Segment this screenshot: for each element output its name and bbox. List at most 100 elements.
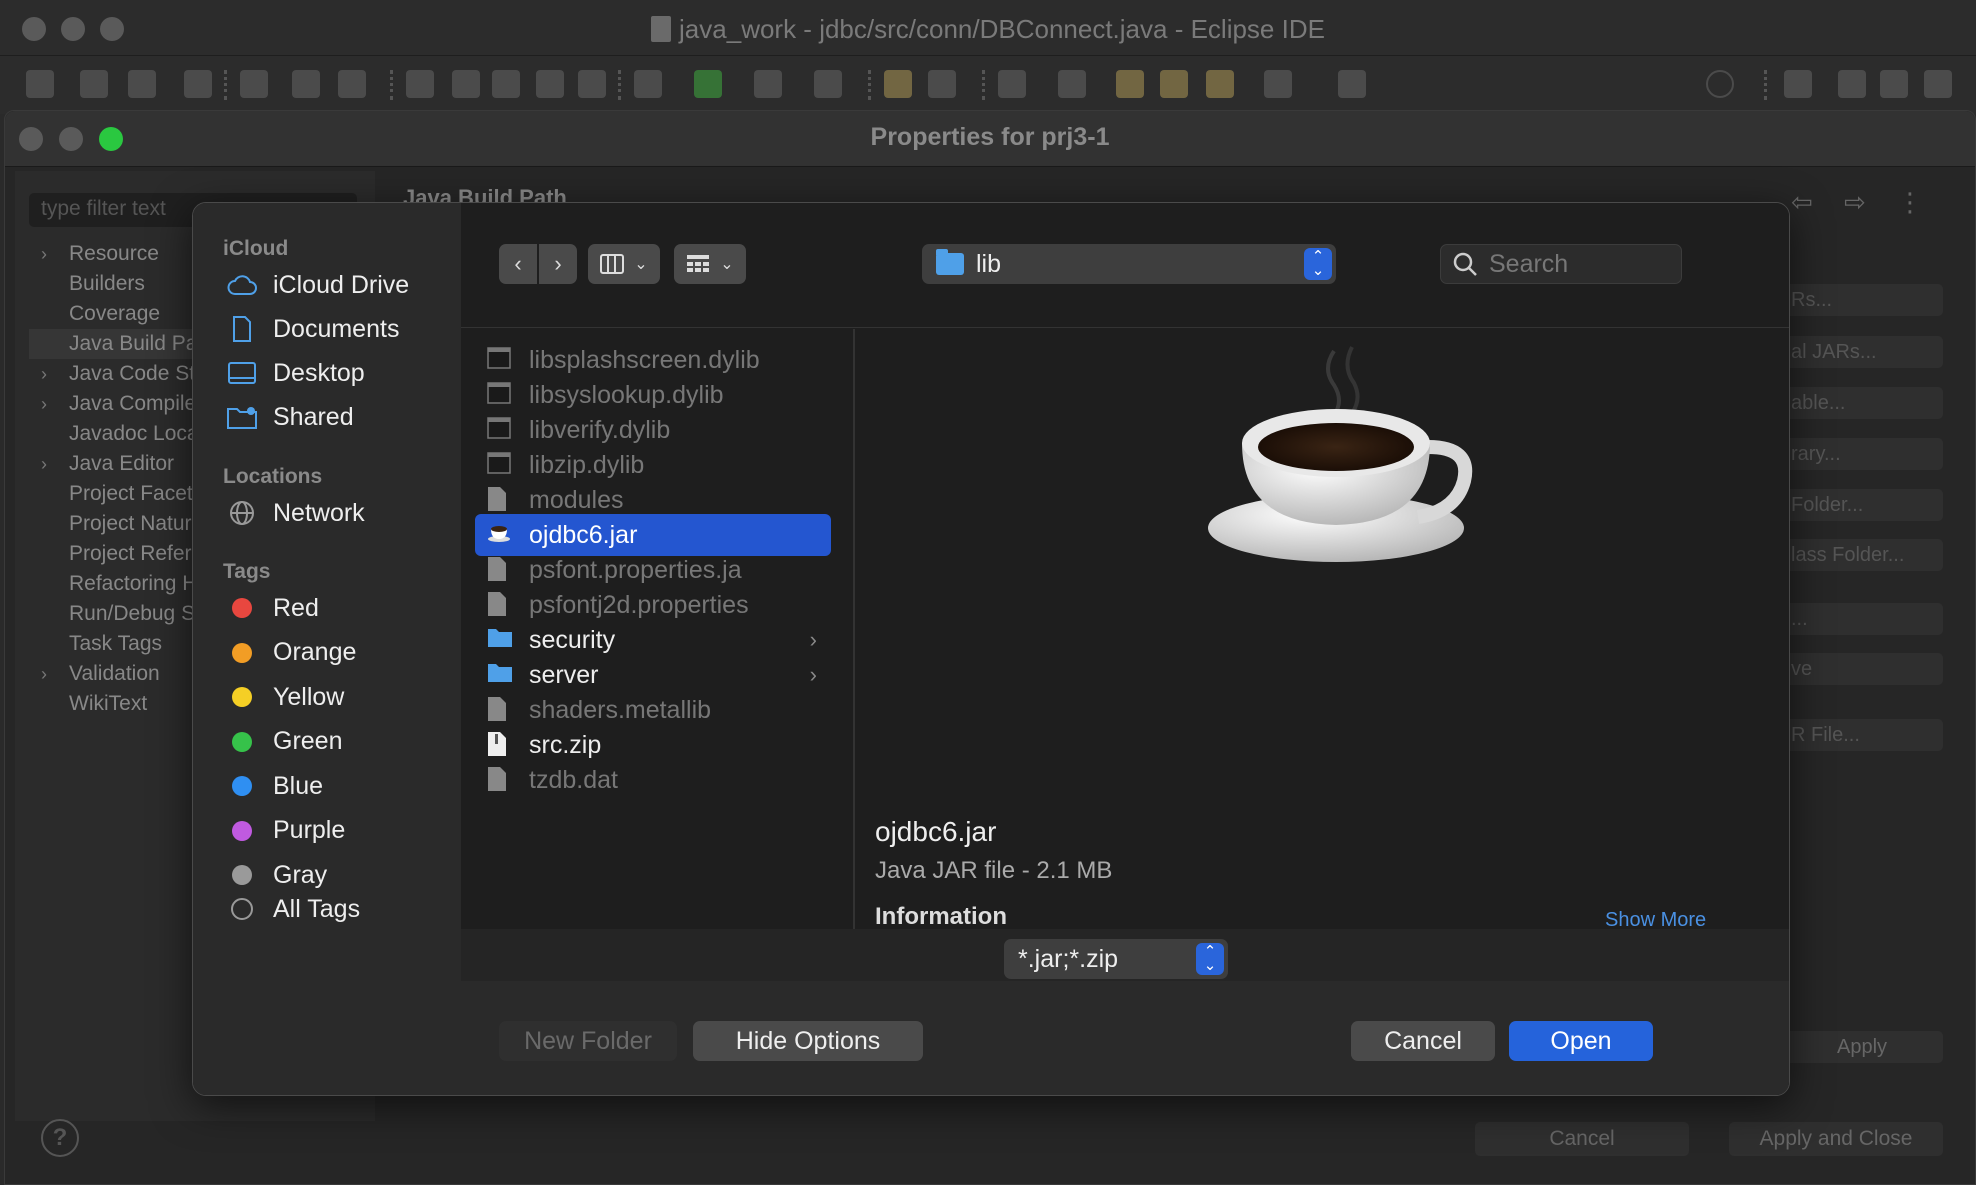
search-icon[interactable]: [1706, 70, 1734, 98]
chevron-right-icon[interactable]: ›: [41, 359, 47, 389]
build-path-button[interactable]: ve: [1781, 653, 1943, 685]
sidebar-item-tag[interactable]: Purple: [227, 811, 457, 851]
format-icon[interactable]: [492, 70, 520, 98]
open-type-icon[interactable]: [884, 70, 912, 98]
panel-main: ‹ › ⌄ ⌄ lib ⌃ ⌄ Search libsplashscreen.dy…: [461, 203, 1789, 1095]
build-path-button[interactable]: al JARs...: [1781, 336, 1943, 368]
tree-item[interactable]: Run/Debug S: [29, 599, 199, 629]
new-package-icon[interactable]: [292, 70, 320, 98]
search-field[interactable]: Search: [1440, 244, 1682, 284]
tree-item[interactable]: › Java Editor: [29, 449, 199, 479]
apply-button[interactable]: Apply: [1781, 1031, 1943, 1063]
skip-breakpoints-icon[interactable]: [240, 70, 268, 98]
build-path-button[interactable]: Folder...: [1781, 489, 1943, 521]
dialog-cancel-button[interactable]: Cancel: [1475, 1122, 1689, 1156]
sidebar-item-tag[interactable]: Yellow: [227, 677, 457, 717]
pen-icon[interactable]: [452, 70, 480, 98]
help-icon[interactable]: ?: [41, 1119, 79, 1157]
tree-item[interactable]: Project Natur: [29, 509, 199, 539]
maximize-icon[interactable]: [1338, 70, 1366, 98]
chevron-right-icon[interactable]: ›: [41, 449, 47, 479]
next-annotation-icon[interactable]: [998, 70, 1026, 98]
sidebar-item-tag[interactable]: Red: [227, 588, 457, 628]
save-all-icon[interactable]: [128, 70, 156, 98]
refresh-icon[interactable]: [338, 70, 366, 98]
file-name: libverify.dylib: [529, 415, 671, 444]
chevron-right-icon[interactable]: ›: [41, 239, 47, 269]
file-name: tzdb.dat: [529, 765, 618, 794]
forward-edit-icon[interactable]: [1160, 70, 1188, 98]
tree-item[interactable]: Project Refer: [29, 539, 199, 569]
outline-icon[interactable]: [536, 70, 564, 98]
globe-icon: [227, 500, 257, 526]
tree-item[interactable]: Builders: [29, 269, 199, 299]
open-button[interactable]: Open: [1509, 1021, 1653, 1061]
tree-item[interactable]: Project Facet: [29, 479, 199, 509]
tree-item[interactable]: › Java Code St: [29, 359, 199, 389]
java-perspective-icon[interactable]: [1880, 70, 1908, 98]
tag-color-dot-icon: [227, 595, 257, 621]
show-more-link[interactable]: Show More: [1605, 909, 1706, 929]
tree-item[interactable]: › Validation: [29, 659, 199, 689]
cancel-button[interactable]: Cancel: [1351, 1021, 1495, 1061]
build-path-button[interactable]: rary...: [1781, 438, 1943, 470]
last-edit-icon[interactable]: [1116, 70, 1144, 98]
build-path-button[interactable]: Rs...: [1781, 284, 1943, 316]
file-type-popup[interactable]: *.jar;*.zip ⌃ ⌄: [1004, 939, 1228, 979]
chevron-right-icon[interactable]: ›: [41, 389, 47, 419]
tree-item-label: Builders: [69, 272, 145, 295]
forward-button[interactable]: ›: [539, 244, 577, 284]
tree-item[interactable]: Task Tags: [29, 629, 199, 659]
back-icon[interactable]: [1206, 70, 1234, 98]
panel-sidebar: iCloud iCloud Drive Documents Desktop Sh…: [193, 203, 461, 1095]
tree-item[interactable]: Refactoring H: [29, 569, 199, 599]
view-mode-button[interactable]: ⌄: [588, 244, 660, 284]
tree-item[interactable]: Java Build Pa: [29, 329, 199, 359]
sidebar-item-tag[interactable]: Green: [227, 722, 457, 762]
sidebar-item-tag[interactable]: Blue: [227, 766, 457, 806]
build-path-button[interactable]: able...: [1781, 387, 1943, 419]
chevron-right-icon[interactable]: ›: [41, 659, 47, 689]
prev-annotation-icon[interactable]: [1058, 70, 1086, 98]
tree-item[interactable]: WikiText: [29, 689, 199, 719]
paragraph-icon[interactable]: [578, 70, 606, 98]
sidebar-item-network[interactable]: Network: [227, 493, 457, 533]
document-icon: [487, 766, 513, 794]
tree-item[interactable]: Javadoc Loca: [29, 419, 199, 449]
build-path-button[interactable]: R File...: [1781, 719, 1943, 751]
debug-icon[interactable]: [634, 70, 662, 98]
sidebar-item-icloud-drive[interactable]: iCloud Drive: [227, 265, 457, 305]
build-path-button[interactable]: ...: [1781, 603, 1943, 635]
java-ee-perspective-icon[interactable]: [1838, 70, 1866, 98]
back-button[interactable]: ‹: [499, 244, 537, 284]
new-icon[interactable]: [26, 70, 54, 98]
toolbar-separator: [1764, 70, 1767, 100]
history-nav[interactable]: ⇦ ⇨ ⋮: [1791, 187, 1935, 218]
apply-and-close-button[interactable]: Apply and Close: [1729, 1122, 1943, 1156]
build-path-button[interactable]: lass Folder...: [1781, 539, 1943, 571]
file-name: modules: [529, 485, 624, 514]
tag-color-dot-icon: [227, 729, 257, 755]
run-icon[interactable]: [694, 70, 722, 98]
sidebar-item-tag[interactable]: Orange: [227, 633, 457, 673]
sidebar-item-documents[interactable]: Documents: [227, 309, 457, 349]
open-perspective-icon[interactable]: [1784, 70, 1812, 98]
external-tools-icon[interactable]: [814, 70, 842, 98]
sidebar-item-shared[interactable]: Shared: [227, 397, 457, 437]
tree-item[interactable]: Coverage: [29, 299, 199, 329]
location-popup[interactable]: lib ⌃ ⌄: [922, 244, 1336, 284]
group-by-button[interactable]: ⌄: [674, 244, 746, 284]
coverage-icon[interactable]: [754, 70, 782, 98]
new-folder-button[interactable]: New Folder: [499, 1021, 677, 1061]
forward-icon[interactable]: [1264, 70, 1292, 98]
hide-options-button[interactable]: Hide Options: [693, 1021, 923, 1061]
sidebar-item-desktop[interactable]: Desktop: [227, 353, 457, 393]
open-task-icon[interactable]: [928, 70, 956, 98]
save-icon[interactable]: [80, 70, 108, 98]
debug-perspective-icon[interactable]: [1924, 70, 1952, 98]
tree-item[interactable]: › Resource: [29, 239, 199, 269]
terminal-icon[interactable]: [184, 70, 212, 98]
comment-icon[interactable]: [406, 70, 434, 98]
tree-item[interactable]: › Java Compile: [29, 389, 199, 419]
sidebar-item-all-tags[interactable]: All Tags: [227, 889, 457, 929]
